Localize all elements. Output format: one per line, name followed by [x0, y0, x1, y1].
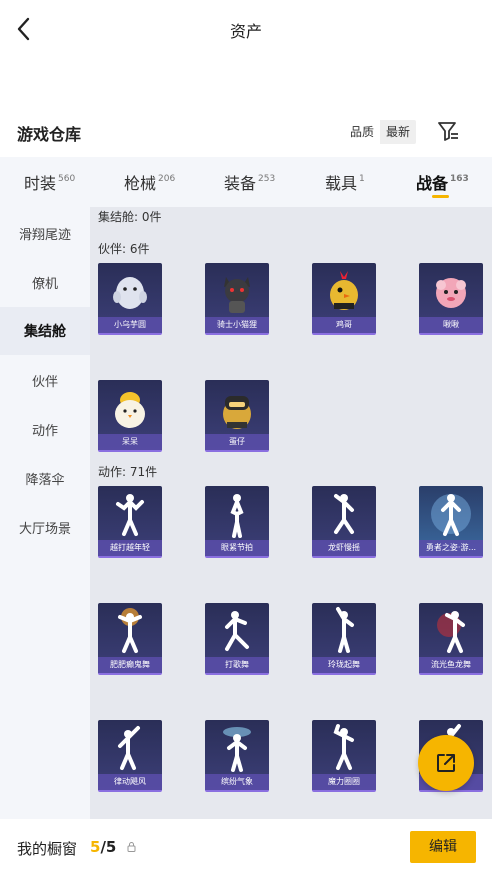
- companion-card[interactable]: 鸡哥: [312, 263, 376, 335]
- card-caption: 蛋仔: [205, 434, 269, 450]
- dancer-silhouette: [336, 607, 354, 653]
- category-tabs: 时装 560 枪械 206 装备 253 载具 1 战备 163: [0, 157, 492, 207]
- sidebar-item-lobby-scene[interactable]: 大厅场景: [0, 503, 90, 551]
- tab-count: 560: [58, 174, 76, 184]
- tab-combat-prep[interactable]: 战备 163: [416, 170, 469, 194]
- share-icon: [437, 754, 455, 772]
- tab-equipment[interactable]: 装备 253: [224, 170, 275, 194]
- tab-count: 253: [258, 174, 276, 184]
- card-caption: 肥肥癫鬼舞: [98, 657, 162, 673]
- card-caption: 缤纷气象: [205, 774, 269, 790]
- filter-button[interactable]: [437, 119, 461, 143]
- emote-card[interactable]: 勇者之姿·游...: [419, 486, 483, 558]
- card-caption: 魔力圈圈: [312, 774, 376, 790]
- card-caption: 玲珑起舞: [312, 657, 376, 673]
- showcase-label: 我的橱窗: [17, 840, 78, 858]
- section-label-emotes: 动作: 71件: [98, 465, 158, 479]
- tab-count: 1: [359, 174, 365, 184]
- companion-art: [223, 396, 251, 429]
- card-caption: 呆呆: [98, 434, 162, 450]
- card-caption: 律动飓风: [98, 774, 162, 790]
- assets-page: 资产 游戏仓库 品质 最新 时装 560 枪械 206 装备 253 载具 1 战备 16…: [0, 0, 492, 876]
- companion-card[interactable]: 啾啾: [419, 263, 483, 335]
- sidebar-item-rally-pod[interactable]: 集结舱: [0, 307, 90, 355]
- emote-card[interactable]: 龙虾慢摇: [312, 486, 376, 558]
- section-label-pods: 集结舱: 0件: [98, 210, 162, 224]
- top-bar: 资产: [0, 0, 492, 58]
- companion-art: [436, 278, 466, 308]
- filter-icon: [438, 122, 458, 141]
- dancer-silhouette: [116, 494, 144, 536]
- emote-card[interactable]: 肥肥癫鬼舞: [98, 603, 162, 675]
- sort-toggle: 品质 最新: [344, 120, 417, 144]
- dancer-silhouette: [437, 611, 465, 653]
- dancer-silhouette: [431, 494, 471, 536]
- card-caption: 眼紧节拍: [205, 540, 269, 556]
- dancer-silhouette: [225, 611, 249, 651]
- sort-newest[interactable]: 最新: [380, 120, 417, 144]
- card-caption: 流光鱼龙舞: [419, 657, 483, 673]
- sidebar-item-glide-trail[interactable]: 滑翔尾迹: [0, 209, 90, 257]
- dancer-silhouette: [118, 608, 142, 653]
- card-caption: 啾啾: [419, 317, 483, 333]
- emote-card[interactable]: 流光鱼龙舞: [419, 603, 483, 675]
- companion-art: [330, 271, 358, 310]
- emote-card[interactable]: 魔力圈圈: [312, 720, 376, 792]
- edit-button[interactable]: 编辑: [410, 831, 476, 863]
- emote-card[interactable]: 打歌舞: [205, 603, 269, 675]
- tab-count: 206: [158, 174, 176, 184]
- emote-card[interactable]: 眼紧节拍: [205, 486, 269, 558]
- companion-card[interactable]: 小乌芋圆: [98, 263, 162, 335]
- card-caption: 勇者之姿·游...: [419, 540, 483, 556]
- card-caption: 骑士小猫狸: [205, 317, 269, 333]
- card-caption: 龙虾慢摇: [312, 540, 376, 556]
- emote-card[interactable]: 越打越年轻: [98, 486, 162, 558]
- emote-card[interactable]: 缤纷气象: [205, 720, 269, 792]
- sidebar-item-wingman[interactable]: 僚机: [0, 258, 90, 306]
- lock-icon: [127, 842, 136, 852]
- emote-card[interactable]: 律动飓风: [98, 720, 162, 792]
- tab-vehicles[interactable]: 载具 1: [325, 170, 365, 194]
- bottom-bar: 我的橱窗 5/5 编辑: [0, 819, 492, 876]
- companion-card[interactable]: 蛋仔: [205, 380, 269, 452]
- page-title: 资产: [229, 22, 262, 41]
- companion-art: [224, 277, 250, 313]
- showcase-count: 5/5: [90, 838, 117, 856]
- tab-guns[interactable]: 枪械 206: [124, 170, 175, 194]
- dancer-silhouette: [118, 726, 140, 770]
- tab-fashion[interactable]: 时装 560: [24, 170, 75, 194]
- active-tab-indicator: [432, 195, 449, 198]
- dancer-silhouette: [223, 727, 251, 772]
- sidebar: 滑翔尾迹 僚机 集结舱 伙伴 动作 降落伞 大厅场景: [0, 207, 90, 819]
- share-button[interactable]: [418, 735, 474, 791]
- section-label-companions: 伙伴: 6件: [98, 242, 150, 256]
- dancer-silhouette: [230, 494, 244, 538]
- companion-art: [113, 277, 147, 309]
- card-caption: 打歌舞: [205, 657, 269, 673]
- companion-art: [115, 392, 145, 428]
- warehouse-title: 游戏仓库: [17, 125, 82, 144]
- sidebar-item-companion[interactable]: 伙伴: [0, 356, 90, 404]
- dancer-silhouette: [333, 724, 354, 770]
- dancer-silhouette: [334, 494, 354, 534]
- card-caption: 越打越年轻: [98, 540, 162, 556]
- companion-card[interactable]: 呆呆: [98, 380, 162, 452]
- companion-card[interactable]: 骑士小猫狸: [205, 263, 269, 335]
- card-caption: 鸡哥: [312, 317, 376, 333]
- sidebar-item-emote[interactable]: 动作: [0, 405, 90, 453]
- item-grid: 集结舱: 0件 伙伴: 6件 小乌芋圆 骑士小猫狸 鸡哥 啾啾 呆呆 蛋仔 动作…: [90, 207, 492, 819]
- emote-card[interactable]: 玲珑起舞: [312, 603, 376, 675]
- card-caption: 小乌芋圆: [98, 317, 162, 333]
- sidebar-item-parachute[interactable]: 降落伞: [0, 454, 90, 502]
- tab-count: 163: [450, 174, 469, 184]
- sort-quality[interactable]: 品质: [344, 120, 381, 144]
